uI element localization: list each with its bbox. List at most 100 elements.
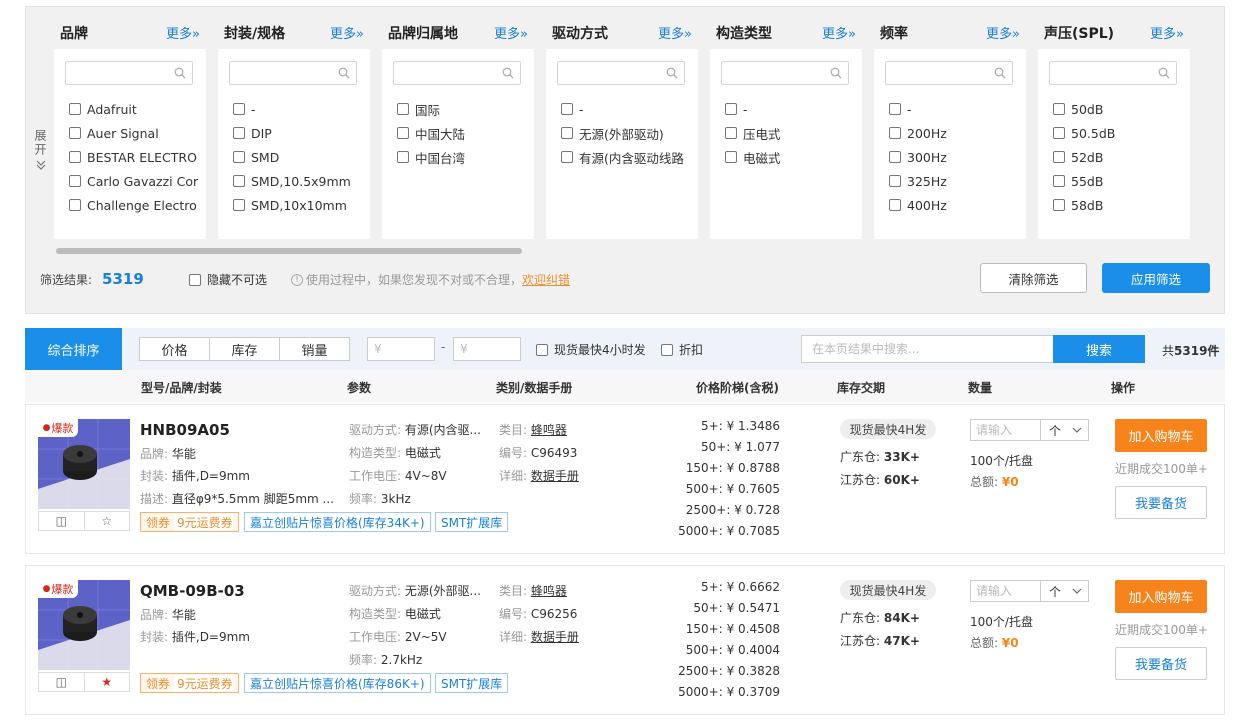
unit-select[interactable]: 个 — [1040, 580, 1089, 602]
facet-option[interactable]: - — [725, 97, 860, 121]
facet-more-link[interactable]: 更多» — [1150, 23, 1184, 42]
facet-option-label: 200Hz — [907, 125, 947, 141]
favorite-star-icon[interactable]: ★ — [83, 673, 130, 691]
facet-option[interactable]: 有源(内含驱动线路 — [561, 145, 696, 169]
facet-option[interactable]: - — [889, 97, 1024, 121]
request-stock-button[interactable]: 我要备货 — [1115, 647, 1207, 680]
facet-option[interactable]: 200Hz — [889, 121, 1024, 145]
compare-icon[interactable]: ◫ — [39, 673, 84, 691]
facet-option[interactable]: - — [561, 97, 696, 121]
facet-search-input[interactable] — [65, 61, 193, 85]
sort-stock-button[interactable]: 库存 — [209, 337, 280, 361]
coupon-tag[interactable]: 领券 9元运费券 — [140, 512, 239, 532]
checkbox-box — [889, 199, 901, 211]
facet-option[interactable]: 400Hz — [889, 193, 1024, 217]
clear-filters-button[interactable]: 清除筛选 — [980, 263, 1087, 293]
facet-more-link[interactable]: 更多» — [986, 23, 1020, 42]
discount-checkbox[interactable]: 折扣 — [661, 341, 703, 358]
result-search-input[interactable]: 在本页结果中搜索... — [801, 335, 1054, 363]
price-min-input[interactable]: ¥ — [367, 337, 435, 361]
facet-search-input[interactable] — [1049, 61, 1177, 85]
facet-more-link[interactable]: 更多» — [822, 23, 856, 42]
sort-sales-button[interactable]: 销量 — [279, 337, 350, 361]
product-image[interactable]: ● 爆款 — [38, 580, 130, 670]
facet-option[interactable]: DIP — [233, 121, 368, 145]
warehouse-qty: 33K+ — [883, 450, 920, 464]
smt-tag[interactable]: SMT扩展库 — [435, 673, 509, 693]
brand-value[interactable]: 华能 — [172, 608, 196, 622]
product-image[interactable]: ● 爆款 — [38, 419, 130, 509]
facet-option[interactable]: 325Hz — [889, 169, 1024, 193]
datasheet-link[interactable]: 数据手册 — [531, 630, 579, 644]
quantity-input[interactable]: 请输入 — [970, 580, 1041, 602]
facet-more-link[interactable]: 更多» — [658, 23, 692, 42]
facet-search-input[interactable] — [721, 61, 849, 85]
facet-option[interactable]: - — [233, 97, 368, 121]
price-qty: 2500+: — [685, 503, 731, 517]
facet-option[interactable]: 国际 — [397, 97, 532, 121]
horizontal-scrollbar[interactable] — [56, 248, 522, 254]
facet-more-link[interactable]: 更多» — [166, 23, 200, 42]
compare-icon[interactable]: ◫ — [39, 512, 84, 530]
facet-search-input[interactable] — [557, 61, 685, 85]
search-button[interactable]: 搜索 — [1053, 335, 1145, 363]
package-line: 封装: 插件,D=9mm — [140, 467, 250, 484]
request-stock-button[interactable]: 我要备货 — [1115, 486, 1207, 519]
datasheet-link[interactable]: 数据手册 — [531, 469, 579, 483]
facet-option[interactable]: Carlo Gavazzi Cor — [69, 169, 204, 193]
price-max-input[interactable]: ¥ — [453, 337, 521, 361]
facet-option[interactable]: 58dB — [1053, 193, 1188, 217]
facet-option[interactable]: 无源(外部驱动) — [561, 121, 696, 145]
facet-option[interactable]: 50.5dB — [1053, 121, 1188, 145]
facet-option[interactable]: 50dB — [1053, 97, 1188, 121]
favorite-star-icon[interactable]: ☆ — [83, 512, 130, 530]
facet-option[interactable]: 中国台湾 — [397, 145, 532, 169]
category-link[interactable]: 蜂鸣器 — [531, 423, 567, 437]
hide-unavailable-checkbox[interactable]: 隐藏不可选 — [189, 271, 267, 288]
facet-option-label: SMD — [251, 149, 280, 165]
expand-toggle[interactable]: 展开 — [32, 129, 50, 175]
facet-option[interactable]: Challenge Electro — [69, 193, 204, 217]
facet-option[interactable]: 电磁式 — [725, 145, 860, 169]
facet-option-label: 中国大陆 — [415, 126, 466, 142]
price-ladder: 5+: ¥ 1.3486 50+: ¥ 1.077 150+: ¥ 0.8788 50… — [626, 419, 780, 545]
add-to-cart-button[interactable]: 加入购物车 — [1115, 419, 1207, 452]
facet-search-input[interactable] — [885, 61, 1013, 85]
facet-option[interactable]: 52dB — [1053, 145, 1188, 169]
category-link[interactable]: 蜂鸣器 — [531, 584, 567, 598]
facet-more-link[interactable]: 更多» — [330, 23, 364, 42]
promo-tag[interactable]: 嘉立创贴片惊喜价格(库存86K+) — [244, 673, 431, 693]
facet-option[interactable]: Auer Signal — [69, 121, 204, 145]
sort-price-button[interactable]: 价格 — [139, 337, 210, 361]
product-model[interactable]: HNB09A05 — [140, 421, 230, 439]
facet-option[interactable]: SMD,10.5x9mm — [233, 169, 368, 193]
brand-value[interactable]: 华能 — [172, 447, 196, 461]
sort-comprehensive-tab[interactable]: 综合排序 — [25, 328, 122, 370]
quantity-input[interactable]: 请输入 — [970, 419, 1041, 441]
in-stock-4h-checkbox[interactable]: 现货最快4小时发 — [536, 341, 646, 358]
add-to-cart-button[interactable]: 加入购物车 — [1115, 580, 1207, 613]
promo-tag[interactable]: 嘉立创贴片惊喜价格(库存34K+) — [244, 512, 431, 532]
price-value: ¥ 0.7605 — [726, 482, 780, 496]
search-icon — [994, 67, 1006, 79]
coupon-tag[interactable]: 领券 9元运费券 — [140, 673, 239, 693]
facet-option[interactable]: Adafruit — [69, 97, 204, 121]
warehouse-js: 江苏仓: 47K+ — [840, 632, 920, 649]
facet-search-input[interactable] — [393, 61, 521, 85]
facet-option[interactable]: BESTAR ELECTRO — [69, 145, 204, 169]
facet-option[interactable]: 压电式 — [725, 121, 860, 145]
facet-search-input[interactable] — [229, 61, 357, 85]
facet-option[interactable]: SMD — [233, 145, 368, 169]
price-qty: 150+: — [685, 461, 723, 475]
facet-more-link[interactable]: 更多» — [494, 23, 528, 42]
unit-select[interactable]: 个 — [1040, 419, 1089, 441]
total-prefix: 共 — [1162, 344, 1175, 358]
apply-filters-button[interactable]: 应用筛选 — [1102, 263, 1210, 293]
facet-option[interactable]: 300Hz — [889, 145, 1024, 169]
smt-tag[interactable]: SMT扩展库 — [435, 512, 509, 532]
product-model[interactable]: QMB-09B-03 — [140, 582, 245, 600]
facet-option[interactable]: 中国大陆 — [397, 121, 532, 145]
facet-option[interactable]: SMD,10x10mm — [233, 193, 368, 217]
feedback-link[interactable]: 欢迎纠错 — [522, 271, 570, 288]
facet-option[interactable]: 55dB — [1053, 169, 1188, 193]
